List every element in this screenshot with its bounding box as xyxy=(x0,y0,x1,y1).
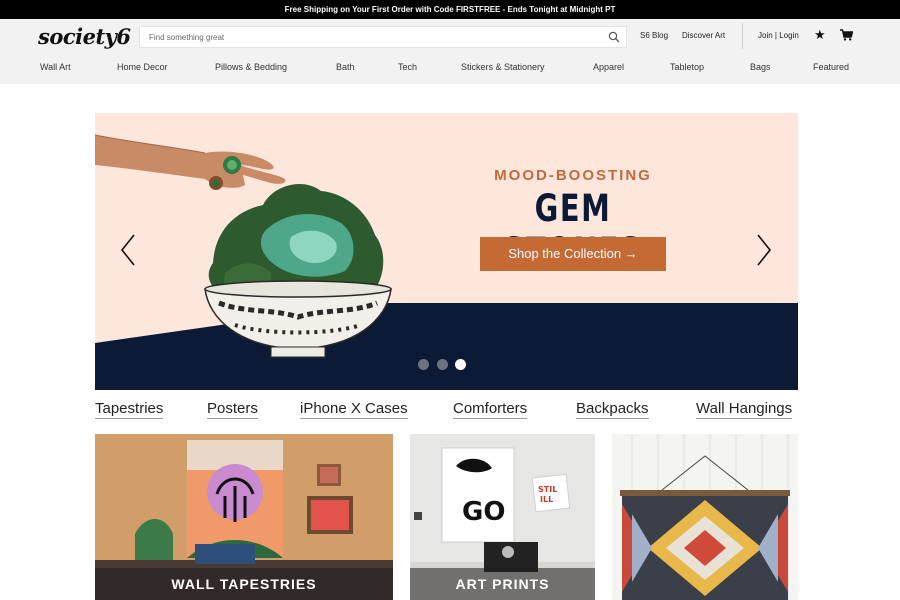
category-link-wall-hangings[interactable]: Wall Hangings xyxy=(696,400,793,419)
nav-item-featured[interactable]: Featured xyxy=(813,62,849,72)
category-link-backpacks[interactable]: Backpacks xyxy=(576,400,649,419)
category-link-comforters[interactable]: Comforters xyxy=(453,400,528,419)
chevron-right-icon[interactable] xyxy=(756,233,772,267)
svg-text:GO: GO xyxy=(462,497,505,527)
nav-item-apparel[interactable]: Apparel xyxy=(593,62,624,72)
promo-banner: Free Shipping on Your First Order with C… xyxy=(0,0,900,19)
carousel-dot[interactable] xyxy=(418,359,429,370)
search-box xyxy=(139,26,627,48)
nav-item-wall-art[interactable]: Wall Art xyxy=(40,62,71,72)
hero-kicker: MOOD-BOOSTING xyxy=(494,167,652,184)
svg-text:STIL: STIL xyxy=(538,485,557,494)
nav-item-tech[interactable]: Tech xyxy=(398,62,417,72)
nav-item-bath[interactable]: Bath xyxy=(336,62,355,72)
search-icon[interactable] xyxy=(608,31,620,43)
carousel-dot-active[interactable] xyxy=(455,359,466,370)
nav-item-tabletop[interactable]: Tabletop xyxy=(670,62,704,72)
svg-text:ILL: ILL xyxy=(540,495,553,504)
cart-icon[interactable] xyxy=(840,29,853,41)
join-login-link[interactable]: Join | Login xyxy=(758,31,799,40)
society6-logo[interactable]: society6 xyxy=(38,24,131,49)
chevron-left-icon[interactable] xyxy=(120,233,136,267)
header-divider xyxy=(742,23,743,49)
s6-blog-link[interactable]: S6 Blog xyxy=(640,31,668,40)
star-icon[interactable]: ★ xyxy=(814,28,826,41)
wall-tapestries-tile[interactable]: WALL TAPESTRIES xyxy=(95,434,393,600)
nav-item-pillows-bedding[interactable]: Pillows & Bedding xyxy=(215,62,287,72)
hero-carousel[interactable]: MOOD-BOOSTING GEM STONES Shop the Collec… xyxy=(95,113,798,390)
wall-hanging-tile[interactable] xyxy=(612,434,798,600)
category-nav: Wall Art Home Decor Pillows & Bedding Ba… xyxy=(0,53,900,84)
shop-collection-button[interactable]: Shop the Collection → xyxy=(480,237,666,271)
tile-label: WALL TAPESTRIES xyxy=(95,568,393,600)
nav-item-home-decor[interactable]: Home Decor xyxy=(117,62,168,72)
site-header: society6 S6 Blog Discover Art Join | Log… xyxy=(0,19,900,53)
category-link-posters[interactable]: Posters xyxy=(207,400,258,419)
nav-item-bags[interactable]: Bags xyxy=(750,62,771,72)
search-input[interactable] xyxy=(140,27,600,47)
category-link-tapestries[interactable]: Tapestries xyxy=(95,400,164,419)
wall-hanging-image xyxy=(612,434,798,600)
gemstone-bowl-image xyxy=(95,134,392,358)
discover-art-link[interactable]: Discover Art xyxy=(682,31,725,40)
tile-label: ART PRINTS xyxy=(410,568,595,600)
category-link-iphone-x-cases[interactable]: iPhone X Cases xyxy=(300,400,408,419)
carousel-dot[interactable] xyxy=(437,359,448,370)
nav-item-stickers-stationery[interactable]: Stickers & Stationery xyxy=(461,62,545,72)
art-prints-tile[interactable]: GO STIL ILL ART PRINTS xyxy=(410,434,595,600)
